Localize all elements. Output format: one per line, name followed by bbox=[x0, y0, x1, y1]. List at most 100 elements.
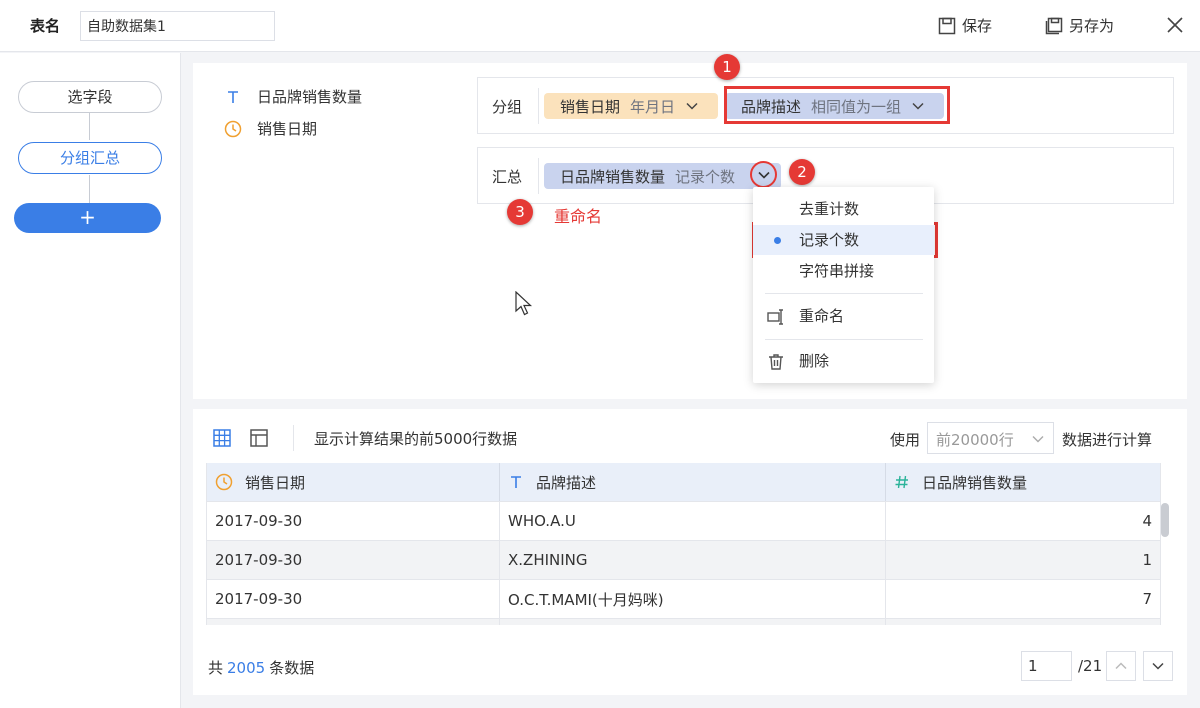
annotation-badge-3: 3 bbox=[507, 199, 533, 225]
chevron-down-icon bbox=[1152, 662, 1164, 670]
save-label: 保存 bbox=[962, 17, 993, 35]
table-header: 销售日期 品牌描述 日品牌销售数量 bbox=[207, 463, 1160, 501]
summary-chip[interactable]: 日品牌销售数量 记录个数 bbox=[544, 163, 781, 189]
selected-dot-icon bbox=[774, 237, 781, 244]
rename-icon bbox=[767, 309, 783, 325]
menu-item-delete[interactable]: 删除 bbox=[753, 346, 934, 376]
save-as-button[interactable]: 另存为 bbox=[1045, 15, 1114, 36]
table-cell bbox=[207, 619, 500, 625]
table-name-input[interactable] bbox=[80, 11, 275, 41]
field-item[interactable]: 销售日期 bbox=[223, 118, 317, 139]
total-suffix: 条数据 bbox=[269, 659, 315, 677]
total-count-text: 共 2005 条数据 bbox=[208, 657, 314, 678]
steps-panel: 选字段 分组汇总 + bbox=[0, 53, 181, 708]
number-type-icon bbox=[895, 475, 908, 489]
menu-item-record-count[interactable]: 记录个数 bbox=[753, 225, 934, 255]
close-icon[interactable] bbox=[1163, 13, 1187, 37]
menu-divider bbox=[765, 339, 923, 340]
summary-chevron-button[interactable] bbox=[750, 161, 777, 188]
table-scrollbar[interactable] bbox=[1161, 501, 1169, 625]
rename-annotation-text: 重命名 bbox=[554, 207, 603, 226]
toolbar-divider bbox=[293, 425, 294, 451]
chevron-up-icon bbox=[1115, 662, 1127, 670]
field-item[interactable]: 日品牌销售数量 bbox=[223, 86, 362, 107]
calc-label: 数据进行计算 bbox=[1062, 431, 1153, 449]
menu-item-label: 删除 bbox=[799, 352, 830, 370]
group-label: 分组 bbox=[492, 98, 523, 116]
menu-divider bbox=[765, 293, 923, 294]
row-divider bbox=[538, 88, 539, 124]
menu-item-rename[interactable]: 重命名 bbox=[753, 301, 934, 331]
table-row bbox=[207, 618, 1160, 625]
row-limit-placeholder: 前20000行 bbox=[936, 431, 1014, 449]
row-limit-select[interactable]: 前20000行 bbox=[927, 422, 1054, 454]
annotation-badge-2: 2 bbox=[789, 159, 815, 185]
group-chip-sales-date[interactable]: 销售日期 年月日 bbox=[544, 93, 718, 119]
table-name-label: 表名 bbox=[30, 17, 61, 35]
scrollbar-thumb[interactable] bbox=[1161, 503, 1169, 537]
step-connector bbox=[89, 175, 90, 203]
top-bar: 表名 保存 另存为 bbox=[0, 0, 1200, 52]
grid-view-icon[interactable] bbox=[212, 428, 232, 448]
table-cell: 7 bbox=[1142, 590, 1152, 608]
annotation-badge-1: 1 bbox=[714, 54, 740, 80]
preview-info-text: 显示计算结果的前5000行数据 bbox=[314, 430, 518, 448]
total-count: 2005 bbox=[227, 659, 266, 677]
prev-page-button[interactable] bbox=[1106, 651, 1136, 681]
table-cell bbox=[500, 619, 886, 625]
menu-item-distinct-count[interactable]: 去重计数 bbox=[753, 194, 934, 224]
table-cell: 2017-09-30 bbox=[207, 541, 500, 579]
total-prefix: 共 bbox=[208, 659, 224, 677]
table-row: 2017-09-30 WHO.A.U 4 bbox=[207, 501, 1160, 540]
chip-mode: 记录个数 bbox=[675, 167, 736, 186]
column-header-label: 销售日期 bbox=[245, 473, 306, 492]
mouse-cursor-icon bbox=[515, 291, 533, 316]
table-cell: O.C.T.MAMI(十月妈咪) bbox=[500, 580, 886, 618]
menu-item-string-concat[interactable]: 字符串拼接 bbox=[753, 256, 934, 286]
save-as-icon bbox=[1045, 17, 1063, 34]
table-cell: 2017-09-30 bbox=[207, 580, 500, 618]
next-page-button[interactable] bbox=[1143, 651, 1173, 681]
chip-name: 日品牌销售数量 bbox=[560, 167, 666, 186]
highlight-box bbox=[724, 86, 950, 124]
text-type-icon bbox=[223, 87, 243, 107]
text-type-icon bbox=[511, 476, 521, 488]
menu-item-label: 记录个数 bbox=[799, 231, 860, 249]
summary-label: 汇总 bbox=[492, 168, 523, 186]
config-panel: 日品牌销售数量 销售日期 分组 销售日期 年月日 品牌描述 相同值为一组 汇总 … bbox=[193, 63, 1187, 399]
table-cell: WHO.A.U bbox=[500, 502, 886, 540]
use-label: 使用 bbox=[890, 431, 921, 449]
column-header-label: 日品牌销售数量 bbox=[922, 473, 1028, 492]
save-icon bbox=[938, 17, 956, 34]
layout-view-icon[interactable] bbox=[249, 428, 269, 448]
save-button[interactable]: 保存 bbox=[938, 15, 992, 36]
table-cell: 2017-09-30 bbox=[207, 502, 500, 540]
chevron-down-icon[interactable] bbox=[685, 99, 699, 113]
clock-date-icon bbox=[215, 473, 233, 491]
column-header-label: 品牌描述 bbox=[536, 473, 597, 492]
chevron-down-icon bbox=[1032, 436, 1044, 443]
chevron-down-icon bbox=[757, 171, 770, 179]
column-header: 销售日期 bbox=[207, 463, 500, 501]
table-cell: X.ZHINING bbox=[500, 541, 886, 579]
step-connector bbox=[89, 113, 90, 140]
field-label: 销售日期 bbox=[257, 120, 318, 138]
aggregation-dropdown-menu: 去重计数 记录个数 字符串拼接 重命名 删除 bbox=[753, 187, 934, 383]
table-cell bbox=[886, 619, 1160, 625]
table-row: 2017-09-30 X.ZHINING 1 bbox=[207, 540, 1160, 579]
add-step-button[interactable]: + bbox=[14, 203, 161, 233]
step-select-fields[interactable]: 选字段 bbox=[18, 81, 162, 113]
preview-panel: 显示计算结果的前5000行数据 使用 前20000行 数据进行计算 销售日期 品… bbox=[193, 409, 1187, 695]
column-header: 品牌描述 bbox=[500, 463, 886, 501]
clock-date-icon bbox=[223, 119, 243, 139]
menu-item-label: 重命名 bbox=[799, 307, 845, 325]
chip-name: 销售日期 bbox=[560, 97, 621, 116]
chip-mode: 年月日 bbox=[630, 97, 676, 116]
page-number-input[interactable] bbox=[1021, 651, 1072, 681]
field-label: 日品牌销售数量 bbox=[257, 88, 363, 106]
trash-icon bbox=[769, 354, 783, 370]
column-header: 日品牌销售数量 bbox=[886, 463, 1160, 501]
preview-table: 销售日期 品牌描述 日品牌销售数量 2017-09-30 WHO.A.U 4 2… bbox=[206, 463, 1161, 625]
step-group-summary[interactable]: 分组汇总 bbox=[18, 142, 162, 174]
table-row: 2017-09-30 O.C.T.MAMI(十月妈咪) 7 bbox=[207, 579, 1160, 618]
